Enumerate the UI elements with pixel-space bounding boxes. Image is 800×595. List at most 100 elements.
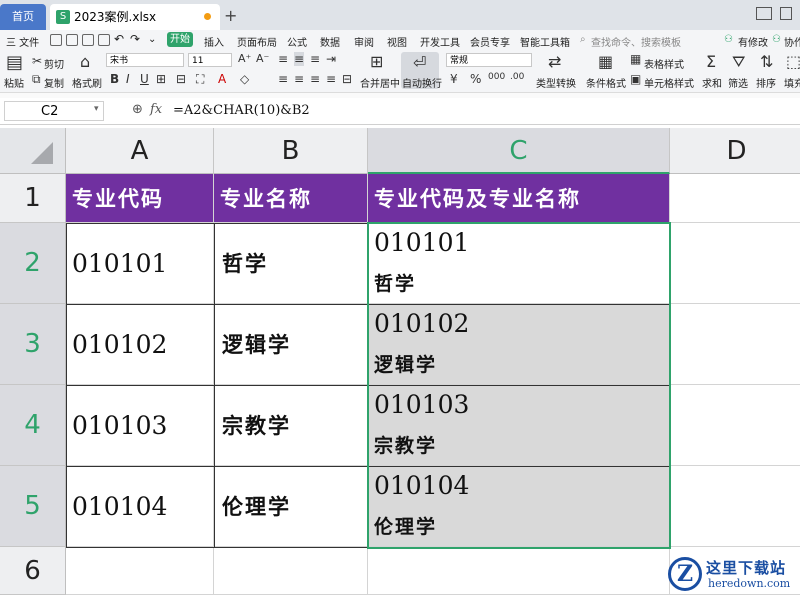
cell-d4[interactable] — [670, 385, 800, 466]
cell-style-button[interactable]: 单元格样式 — [644, 75, 694, 90]
bold-button[interactable]: B — [110, 72, 119, 86]
command-search-input[interactable]: 查找命令、搜索模板 — [591, 34, 681, 49]
cell-a2[interactable]: 010101 — [66, 223, 214, 304]
name-box[interactable]: C2 — [4, 101, 104, 121]
fill-button[interactable]: 填充 — [784, 75, 800, 90]
cell-d1[interactable] — [670, 174, 800, 223]
indent-icon[interactable]: ⇥ — [326, 52, 336, 66]
cell-style-icon[interactable]: ▣ — [630, 72, 641, 86]
italic-button[interactable]: I — [126, 72, 130, 86]
cell-b2[interactable]: 哲学 — [214, 223, 368, 304]
conditional-format-icon[interactable]: ▦ — [598, 52, 613, 71]
menu-start[interactable]: 开始 — [167, 32, 193, 47]
row-header-3[interactable]: 3 — [0, 304, 66, 385]
cell-c2[interactable]: 010101 哲学 — [368, 223, 670, 304]
border-icon[interactable]: ⊞ — [156, 72, 166, 86]
align-center-icon[interactable]: ≡ — [294, 72, 304, 86]
align-bottom-icon[interactable]: ≡ — [310, 52, 320, 66]
font-color-icon[interactable]: A — [218, 72, 226, 86]
thousands-icon[interactable]: 000 — [488, 72, 505, 82]
clear-format-icon[interactable]: ◇ — [240, 72, 249, 86]
window-menu-icon[interactable] — [780, 7, 792, 20]
save-icon[interactable] — [50, 34, 62, 46]
cut-button[interactable]: 剪切 — [44, 56, 64, 71]
cell-d5[interactable] — [670, 466, 800, 547]
type-convert-button[interactable]: 类型转换 — [536, 75, 576, 90]
menu-developer[interactable]: 开发工具 — [420, 34, 460, 49]
cell-b4[interactable]: 宗教学 — [214, 385, 368, 466]
align-top-icon[interactable]: ≡ — [278, 52, 288, 66]
cell-a1[interactable]: 专业代码 — [66, 174, 214, 223]
formula-input[interactable]: =A2&CHAR(10)&B2 — [173, 103, 310, 118]
filter-icon[interactable]: ⛛ — [732, 52, 745, 72]
cell-b5[interactable]: 伦理学 — [214, 466, 368, 547]
menu-file[interactable]: 三 文件 — [6, 34, 39, 49]
filter-button[interactable]: 筛选 — [728, 75, 748, 90]
row-header-2[interactable]: 2 — [0, 223, 66, 304]
menu-smart-toolbox[interactable]: 智能工具箱 — [520, 34, 570, 49]
cell-c1[interactable]: 专业代码及专业名称 — [368, 174, 670, 223]
increase-font-icon[interactable]: A⁺ — [238, 52, 251, 65]
redo-icon[interactable]: ↷ — [130, 32, 140, 46]
number-format-select[interactable]: 常规 — [446, 53, 532, 67]
cell-a6[interactable] — [66, 547, 214, 595]
font-name-select[interactable]: 宋书 — [106, 53, 184, 67]
format-painter-button[interactable]: 格式刷 — [72, 75, 102, 90]
fill-icon[interactable]: ⬚ — [786, 52, 800, 71]
column-header-b[interactable]: B — [214, 128, 368, 174]
decrease-font-icon[interactable]: A⁻ — [256, 52, 269, 65]
column-header-d[interactable]: D — [670, 128, 800, 174]
decimal-icon[interactable]: .00 — [510, 72, 524, 82]
sum-icon[interactable]: Σ — [706, 52, 716, 71]
cell-b6[interactable] — [214, 547, 368, 595]
cell-c3[interactable]: 010102 逻辑学 — [368, 304, 670, 385]
align-middle-icon[interactable]: ≡ — [294, 52, 305, 66]
menu-insert[interactable]: 插入 — [204, 34, 224, 49]
menu-review[interactable]: 审阅 — [354, 34, 374, 49]
window-layout-icon[interactable] — [756, 7, 772, 20]
justify-icon[interactable]: ≡ — [326, 72, 336, 86]
cell-d3[interactable] — [670, 304, 800, 385]
merge-center-button[interactable]: 合并居中 — [360, 75, 400, 90]
cell-a5[interactable]: 010104 — [66, 466, 214, 547]
quick-access-dropdown-icon[interactable]: ⌄ — [148, 34, 156, 45]
conditional-format-button[interactable]: 条件格式 — [586, 75, 626, 90]
cell-b3[interactable]: 逻辑学 — [214, 304, 368, 385]
modify-button[interactable]: 有修改 — [738, 34, 768, 49]
distributed-icon[interactable]: ⊟ — [342, 72, 352, 86]
name-box-dropdown-icon[interactable]: ▾ — [94, 104, 99, 114]
cell-c5[interactable]: 010104 伦理学 — [368, 466, 670, 547]
wrap-text-button[interactable]: ⏎ 自动换行 — [401, 52, 442, 90]
fx-button[interactable]: fx — [150, 102, 162, 117]
cell-d2[interactable] — [670, 223, 800, 304]
select-all-corner[interactable] — [0, 128, 66, 174]
copy-button[interactable]: 复制 — [44, 75, 64, 90]
cut-icon[interactable]: ✂ — [32, 54, 42, 68]
cell-b1[interactable]: 专业名称 — [214, 174, 368, 223]
preview-icon[interactable] — [98, 34, 110, 46]
merge-center-icon[interactable]: ⊞ — [370, 52, 383, 71]
paste-icon[interactable]: ▤ — [6, 52, 23, 73]
align-left-icon[interactable]: ≡ — [278, 72, 288, 86]
sort-icon[interactable]: ⇅ — [760, 52, 773, 71]
menu-view[interactable]: 视图 — [387, 34, 407, 49]
cell-c6[interactable] — [368, 547, 670, 595]
row-header-4[interactable]: 4 — [0, 385, 66, 466]
row-header-6[interactable]: 6 — [0, 547, 66, 595]
cell-c4[interactable]: 010103 宗教学 — [368, 385, 670, 466]
row-header-1[interactable]: 1 — [0, 174, 66, 223]
strikethrough-icon[interactable]: ⊟ — [176, 72, 186, 86]
menu-page-layout[interactable]: 页面布局 — [237, 34, 277, 49]
cell-a3[interactable]: 010102 — [66, 304, 214, 385]
align-right-icon[interactable]: ≡ — [310, 72, 320, 86]
new-tab-button[interactable]: + — [224, 6, 237, 25]
paste-button[interactable]: 粘贴 — [4, 75, 24, 90]
percent-button[interactable]: % — [470, 72, 481, 86]
menu-member[interactable]: 会员专享 — [470, 34, 510, 49]
copy-icon[interactable]: ⧉ — [32, 72, 41, 87]
table-style-icon[interactable]: ▦ — [630, 52, 641, 66]
tab-file[interactable]: S 2023案例.xlsx — [50, 4, 220, 30]
column-header-a[interactable]: A — [66, 128, 214, 174]
export-icon[interactable] — [66, 34, 78, 46]
underline-button[interactable]: U — [140, 72, 149, 86]
